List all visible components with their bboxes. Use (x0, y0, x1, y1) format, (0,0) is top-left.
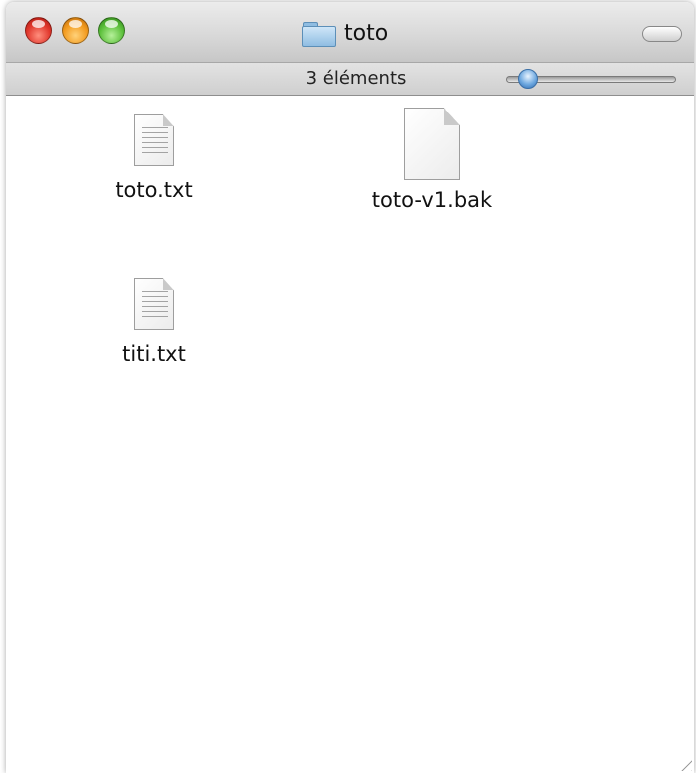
title-bar[interactable]: toto (6, 2, 694, 62)
finder-window: toto 3 éléments toto.txt toto-v1.bak tit… (6, 2, 694, 773)
file-view[interactable]: toto.txt toto-v1.bak titi.txt (6, 96, 694, 773)
file-item-titi-txt[interactable]: titi.txt (74, 278, 234, 366)
folder-icon[interactable] (302, 22, 336, 47)
resize-grip-icon[interactable] (674, 753, 692, 771)
text-document-icon[interactable] (134, 278, 174, 330)
file-name[interactable]: toto.txt (74, 178, 234, 202)
file-name[interactable]: titi.txt (74, 342, 234, 366)
file-item-toto-v1-bak[interactable]: toto-v1.bak (352, 108, 512, 212)
file-item-toto-txt[interactable]: toto.txt (74, 114, 234, 202)
minimize-button[interactable] (62, 17, 89, 44)
blank-document-icon[interactable] (404, 108, 460, 180)
close-button[interactable] (25, 17, 52, 44)
toolbar-toggle-button[interactable] (642, 26, 682, 42)
status-bar: 3 éléments (6, 62, 694, 96)
text-document-icon[interactable] (134, 114, 174, 166)
window-title-group: toto (302, 21, 388, 47)
window-title: toto (344, 21, 389, 46)
file-name[interactable]: toto-v1.bak (352, 188, 512, 212)
zoom-button[interactable] (98, 17, 125, 44)
icon-size-slider-knob[interactable] (518, 69, 538, 89)
